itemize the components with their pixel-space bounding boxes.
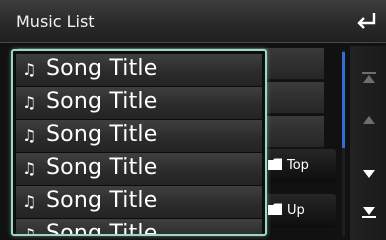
scroll-to-bottom-icon	[362, 207, 376, 218]
list-item-label: Song Title	[46, 155, 158, 180]
list-item[interactable]: ♫ Song Title	[16, 54, 262, 87]
folder-icon	[268, 158, 282, 170]
music-note-icon: ♫	[22, 93, 37, 112]
scrollbar-thumb[interactable]	[342, 52, 345, 148]
music-note-icon: ♫	[22, 225, 37, 236]
list-item-label: Song Title	[46, 56, 158, 81]
expanded-song-list: ♫ Song Title ♫ Song Title ♫ Song Title ♫…	[11, 49, 267, 236]
list-item-label: Song Title	[46, 122, 158, 147]
list-item-label: Song Title	[46, 221, 158, 236]
music-note-icon: ♫	[22, 192, 37, 211]
scroll-to-top-icon	[362, 72, 376, 83]
list-item-label: Song Title	[46, 89, 158, 114]
page-up-icon	[363, 116, 375, 124]
up-button-label: Up	[287, 203, 305, 218]
folder-icon	[268, 203, 282, 215]
music-note-icon: ♫	[22, 126, 37, 145]
list-item[interactable]: ♫ Song Title	[16, 153, 262, 186]
back-button[interactable]	[354, 10, 378, 32]
scrollbar[interactable]	[342, 50, 345, 236]
page-down-icon	[363, 170, 375, 178]
top-folder-button[interactable]: Top	[262, 149, 336, 183]
page-title: Music List	[16, 12, 95, 31]
list-item[interactable]: ♫ Song Title	[16, 120, 262, 153]
list-item[interactable]: ♫ Song Title	[16, 219, 262, 236]
scroll-to-bottom-button[interactable]	[362, 206, 376, 218]
return-arrow-icon	[357, 13, 376, 29]
up-folder-button[interactable]: Up	[262, 194, 336, 228]
page-up-button[interactable]	[362, 114, 376, 126]
list-item[interactable]: ♫ Song Title	[16, 186, 262, 219]
music-note-icon: ♫	[22, 159, 37, 178]
list-item-label: Song Title	[46, 188, 158, 213]
navigation-column	[350, 46, 386, 240]
top-button-label: Top	[287, 158, 309, 173]
page-down-button[interactable]	[362, 168, 376, 180]
scroll-to-top-button[interactable]	[362, 72, 376, 84]
list-item[interactable]: ♫ Song Title	[16, 87, 262, 120]
title-bar: Music List	[0, 0, 386, 43]
music-note-icon: ♫	[22, 60, 37, 79]
